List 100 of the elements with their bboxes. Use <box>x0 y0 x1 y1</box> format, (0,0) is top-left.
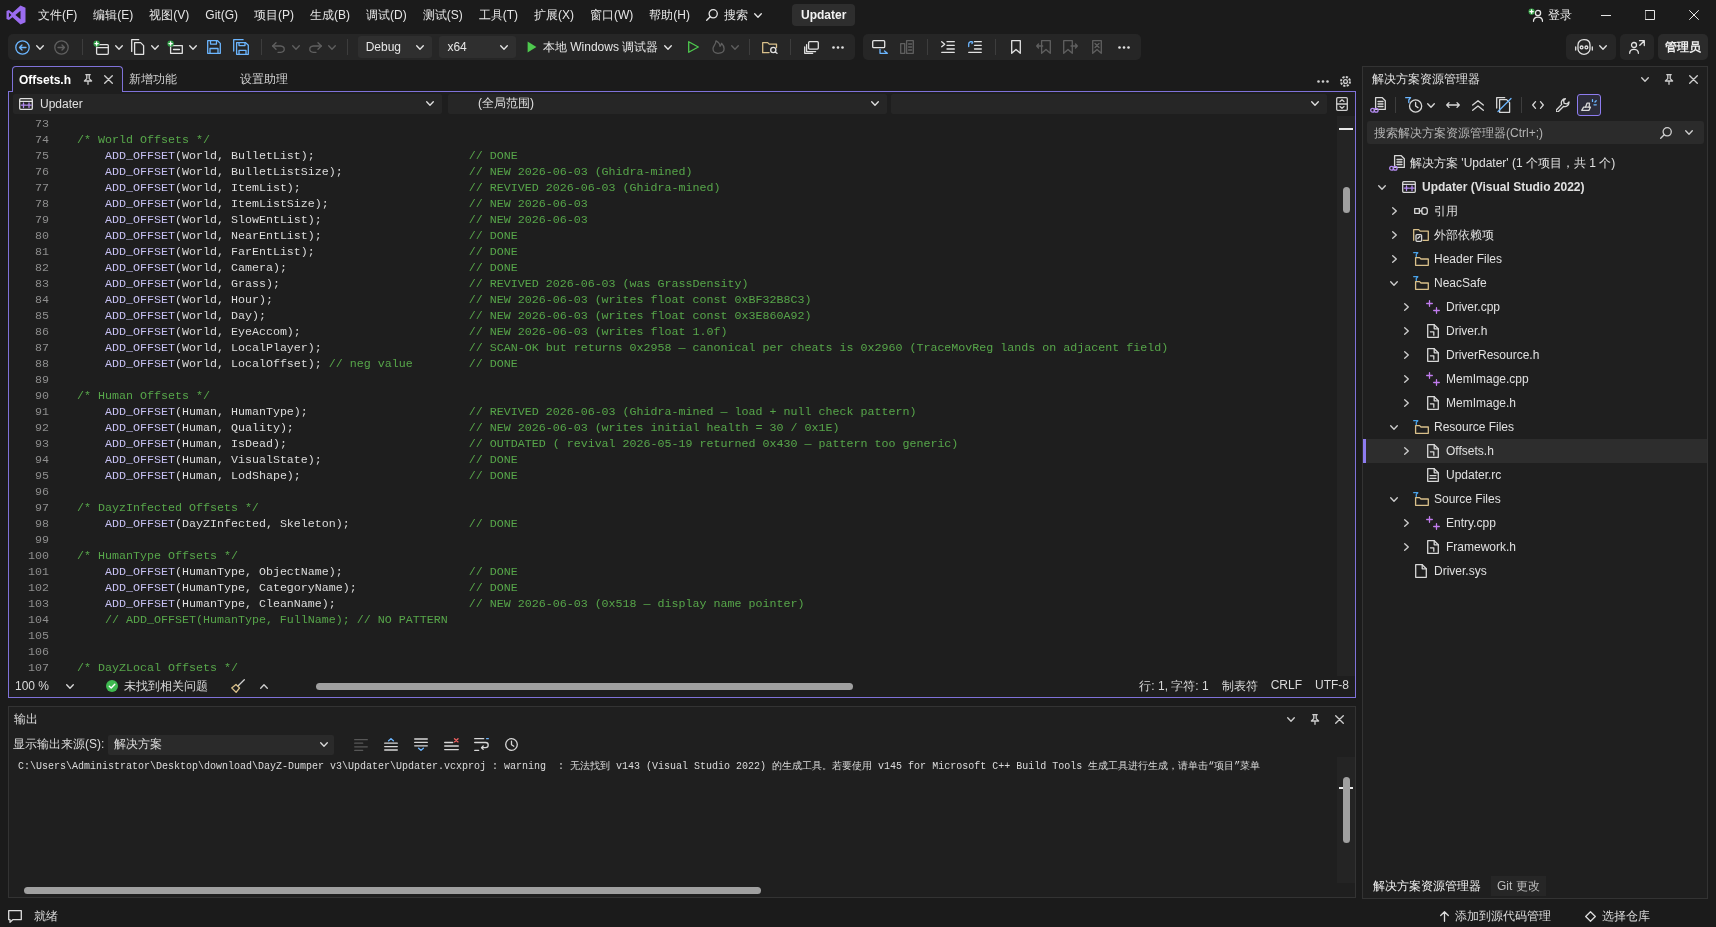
code-comment: // DONE <box>468 469 518 483</box>
menu-item[interactable]: 测试(S) <box>414 3 471 27</box>
panel-tab[interactable]: 解决方案资源管理器 <box>1367 876 1487 896</box>
code-comment: // neg value <box>328 357 413 371</box>
account-button[interactable]: 管理员 <box>1658 34 1708 60</box>
code-text: ADD_OFFSET(World, NearEntList); <box>105 229 322 243</box>
line-number: 88 <box>34 357 49 371</box>
code-text: ADD_OFFSET(World, BulletList); <box>105 149 315 163</box>
window-plus-icon <box>93 39 110 55</box>
menu-item[interactable]: 调试(D) <box>358 3 415 27</box>
close-icon <box>1334 715 1344 724</box>
code-comment: /* Human Offsets */ <box>77 389 210 403</box>
tree-item[interactable]: Framework.h <box>1363 535 1707 559</box>
sign-in-button[interactable]: 登录 <box>1524 3 1576 27</box>
menu-item[interactable]: 扩展(X) <box>526 3 582 27</box>
search-field[interactable]: 搜索解决方案资源管理器(Ctrl+;) <box>1367 121 1704 144</box>
tree-item[interactable]: NeacSafe <box>1363 271 1707 295</box>
panel-tab[interactable]: Git 更改 <box>1491 876 1546 896</box>
chevron-down-icon <box>871 101 880 106</box>
menu-item[interactable]: 生成(B) <box>302 3 358 27</box>
line-number: 105 <box>27 629 49 643</box>
tree-item[interactable]: MemImage.h <box>1363 391 1707 415</box>
scrollbar-thumb[interactable] <box>316 682 853 690</box>
more-icon <box>832 45 844 49</box>
tree-item[interactable]: Driver.sys <box>1363 559 1707 583</box>
code-comment: // DONE <box>468 229 518 243</box>
line-number: 76 <box>34 165 49 179</box>
tree-item[interactable]: 引用 <box>1363 199 1707 223</box>
source-label: 显示输出来源(S): <box>13 736 105 753</box>
preview-button[interactable] <box>1577 94 1601 116</box>
broom-icon <box>231 679 245 693</box>
search-button[interactable]: 搜索 <box>700 3 768 27</box>
menu-item[interactable]: 项目(P) <box>246 3 302 27</box>
platform-dropdown[interactable]: x64 <box>439 36 516 58</box>
cursor-position[interactable]: 行: 1, 字符: 1 <box>1139 677 1209 695</box>
menu-item[interactable]: Git(G) <box>197 3 246 27</box>
diamond-icon <box>1585 910 1596 922</box>
tree-item[interactable]: Entry.cpp <box>1363 511 1707 535</box>
open-file-button[interactable] <box>128 36 162 58</box>
window-plus-icon <box>1402 181 1416 193</box>
vertical-scrollbar[interactable] <box>1337 757 1355 883</box>
tree-item[interactable]: Driver.h <box>1363 319 1707 343</box>
menu-item[interactable]: 窗口(W) <box>582 3 642 27</box>
issues-indicator[interactable]: 未找到相关问题 <box>106 677 208 695</box>
menu-item[interactable]: 帮助(H) <box>641 3 698 27</box>
chevron-down-icon <box>416 44 425 50</box>
box-arrow-icon <box>872 40 888 54</box>
scrollbar-thumb[interactable] <box>1342 187 1350 213</box>
bookmark-arrow-left-icon <box>1035 40 1051 54</box>
source-dropdown[interactable]: 解决方案 <box>108 734 335 755</box>
scrollbar-thumb[interactable] <box>24 886 761 894</box>
clock-icon <box>504 738 518 751</box>
menu-item[interactable]: 编辑(E) <box>85 3 142 27</box>
split-marker[interactable] <box>1339 128 1353 130</box>
tree-item[interactable]: Driver.cpp <box>1363 295 1707 319</box>
split-view-icon <box>1336 96 1349 111</box>
tree-item[interactable]: Updater.rc <box>1363 463 1707 487</box>
line-number: 78 <box>34 197 49 211</box>
scope-dropdown[interactable]: (全局范围) <box>448 93 888 114</box>
scrollbar-thumb[interactable] <box>1342 777 1350 843</box>
tree-item[interactable]: MemImage.cpp <box>1363 367 1707 391</box>
panel-title: 解决方案资源管理器 <box>1372 71 1480 88</box>
document-tab[interactable]: 新增功能 <box>123 67 234 91</box>
tree-item[interactable]: Resource Files <box>1363 415 1707 439</box>
vertical-scrollbar[interactable] <box>1337 116 1355 676</box>
indent-lines-icon <box>941 41 955 53</box>
folder-icon <box>1413 420 1429 434</box>
code-text: ADD_OFFSET(World, ItemListSize); <box>105 197 329 211</box>
chevron-down-icon <box>320 742 329 747</box>
line-number: 89 <box>34 373 49 387</box>
chevron-down-icon <box>499 44 508 50</box>
line-number: 94 <box>34 453 49 467</box>
code-text: ADD_OFFSET(World, LocalOffset); <box>105 357 322 371</box>
start-debugging-button[interactable]: 本地 Windows 调试器 <box>520 36 679 58</box>
tree-item[interactable]: 解决方案 'Updater' (1 个项目，共 1 个) <box>1363 151 1707 175</box>
zoom-dropdown[interactable]: 100 % <box>12 677 80 695</box>
code-cleanup-button[interactable] <box>228 677 248 695</box>
close-icon <box>1688 75 1698 84</box>
source-control-button[interactable]: 添加到源代码管理 <box>1436 906 1555 926</box>
tree-item[interactable]: Offsets.h <box>1363 439 1707 463</box>
code-text: ADD_OFFSET(World, Camera); <box>105 261 287 275</box>
menu-item[interactable]: 视图(V) <box>141 3 198 27</box>
project-dropdown[interactable]: Updater <box>13 93 442 114</box>
play-icon <box>526 41 537 53</box>
configuration-dropdown[interactable]: Debug <box>357 36 433 58</box>
tree-item[interactable]: Header Files <box>1363 247 1707 271</box>
repository-button[interactable]: 选择仓库 <box>1581 906 1654 926</box>
tree-item[interactable]: DriverResource.h <box>1363 343 1707 367</box>
encoding[interactable]: UTF-8 <box>1315 677 1349 695</box>
file-icon <box>1415 564 1427 578</box>
document-tab[interactable]: Offsets.h <box>12 66 123 92</box>
menu-item[interactable]: 工具(T) <box>470 3 526 27</box>
tree-item[interactable]: 外部依赖项 <box>1363 223 1707 247</box>
indentation-mode[interactable]: 制表符 <box>1221 677 1258 695</box>
line-ending[interactable]: CRLF <box>1270 677 1302 695</box>
menu-item[interactable]: 文件(F) <box>30 3 86 27</box>
code-comment: // NEW 2026-06-03 (writes float const 0x3E860A92) <box>468 309 812 323</box>
tree-item[interactable]: Source Files <box>1363 487 1707 511</box>
tree-item[interactable]: Updater (Visual Studio 2022) <box>1363 175 1707 199</box>
document-tab[interactable]: 设置助理 <box>234 67 345 91</box>
